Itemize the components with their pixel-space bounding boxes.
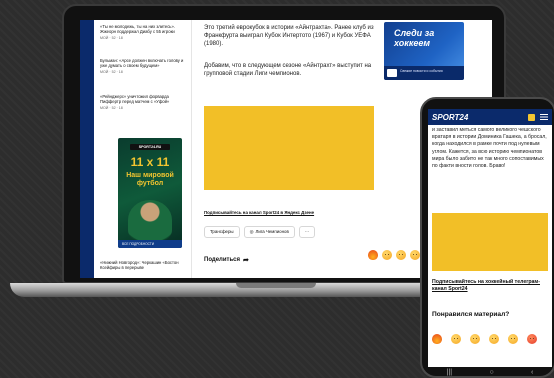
site-logo[interactable]: SPORT24	[432, 113, 468, 122]
sad-icon[interactable]	[410, 250, 420, 260]
tag-transfers[interactable]: Трансферы	[204, 226, 240, 238]
smile-icon[interactable]	[382, 250, 392, 260]
sad-icon[interactable]	[489, 334, 499, 344]
surprised-icon[interactable]	[396, 250, 406, 260]
news-item-meta: МОЙ · 52 · 18	[100, 35, 123, 40]
news-item-text: «Рейнджерс» уничтожил форварда Пиффертр …	[100, 94, 170, 105]
rating-question: Понравился материал?	[432, 311, 510, 318]
fire-icon[interactable]	[432, 334, 442, 344]
news-item[interactable]: «Ты не молодежь, ты на них злитесь». Жже…	[100, 24, 188, 41]
phone-screen: SPORT24 и заставил меться самого великог…	[428, 109, 552, 367]
phone-header: SPORT24	[428, 109, 552, 125]
article-text: и заставил меться самого великого чешско…	[432, 127, 547, 170]
ad-bottom-text: Свежие новости и события	[400, 69, 443, 73]
surprised-icon[interactable]	[470, 334, 480, 344]
tag-champions-league[interactable]: ◎ Лига Чемпионов	[243, 226, 295, 238]
hockey-ad[interactable]: Следи за хоккеем Свежие новости и событи…	[384, 22, 464, 80]
subscribe-link[interactable]: Подписывайтесь на канал Sport24 в Яндекс…	[204, 210, 314, 215]
ad-title: Следи за хоккеем	[394, 28, 435, 48]
share-label: Поделиться	[204, 257, 241, 263]
yellow-embed	[204, 106, 374, 190]
header-icons	[528, 113, 548, 121]
promo-text: Наш мировой футбол	[126, 172, 174, 187]
news-item-meta: МОЙ · 52 · 18	[100, 105, 123, 110]
news-item-text: «Ты не молодежь, ты на них злитесь». Жже…	[100, 24, 175, 35]
promo-banner[interactable]: SPORT24.RU 11 x 11 Наш мировой футбол ВС…	[118, 138, 182, 248]
phone: SPORT24 и заставил меться самого великог…	[420, 97, 554, 378]
menu-icon[interactable]	[540, 114, 548, 120]
smile-icon[interactable]	[451, 334, 461, 344]
ad-bottom: Свежие новости и события	[384, 66, 464, 80]
tag-list: Трансферы ◎ Лига Чемпионов ···	[204, 226, 316, 238]
article-column: Это третий еврокубок в истории «Айнтрахт…	[200, 20, 380, 278]
gift-icon[interactable]	[528, 113, 535, 121]
home-icon[interactable]: ○	[489, 369, 493, 376]
nav-strip	[80, 20, 94, 278]
phone-nav-bar: ||| ○ ‹	[428, 367, 552, 377]
player-image	[128, 200, 172, 240]
promo-logo: SPORT24.RU	[130, 144, 170, 150]
angry-icon[interactable]	[527, 334, 537, 344]
tag-more[interactable]: ···	[298, 226, 316, 238]
yellow-embed	[432, 213, 548, 271]
thinking-icon[interactable]	[508, 334, 518, 344]
news-item-text: «Нижний Новгород»: Черкашин «Бостон Ксей…	[100, 260, 179, 271]
recent-apps-icon[interactable]: |||	[447, 369, 452, 376]
back-icon[interactable]: ‹	[531, 369, 533, 376]
news-item[interactable]: «Нижний Новгород»: Черкашин «Бостон Ксей…	[100, 260, 188, 271]
reaction-row	[432, 334, 537, 344]
news-item-text: Бульман: «Арсе должен включать голову и …	[100, 58, 184, 69]
promo-bottom: ВСЕ ПОДРОБНОСТИ	[118, 240, 182, 248]
news-item-meta: МОЙ · 52 · 18	[100, 69, 123, 74]
globe-icon: ◎	[249, 229, 254, 234]
ad-app-icon	[387, 69, 397, 77]
laptop-notch	[236, 283, 316, 288]
news-item[interactable]: «Рейнджерс» уничтожил форварда Пиффертр …	[100, 94, 188, 111]
news-sidebar: «Ты не молодежь, ты на них злитесь». Жже…	[80, 20, 192, 278]
tag-label: Лига Чемпионов	[255, 229, 289, 234]
article-paragraph: Это третий еврокубок в истории «Айнтрахт…	[204, 25, 374, 47]
share-block[interactable]: Поделиться ➦	[204, 256, 249, 264]
telegram-link[interactable]: Подписывайтесь на хоккейный телеграм-кан…	[432, 279, 548, 293]
promo-big-text: 11 x 11	[130, 155, 170, 169]
news-item[interactable]: Бульман: «Арсе должен включать голову и …	[100, 58, 188, 75]
share-arrow-icon: ➦	[243, 257, 249, 264]
article-paragraph: Добавим, что в следующем сезоне «Айнтрах…	[204, 63, 372, 77]
fire-icon[interactable]	[368, 250, 378, 260]
